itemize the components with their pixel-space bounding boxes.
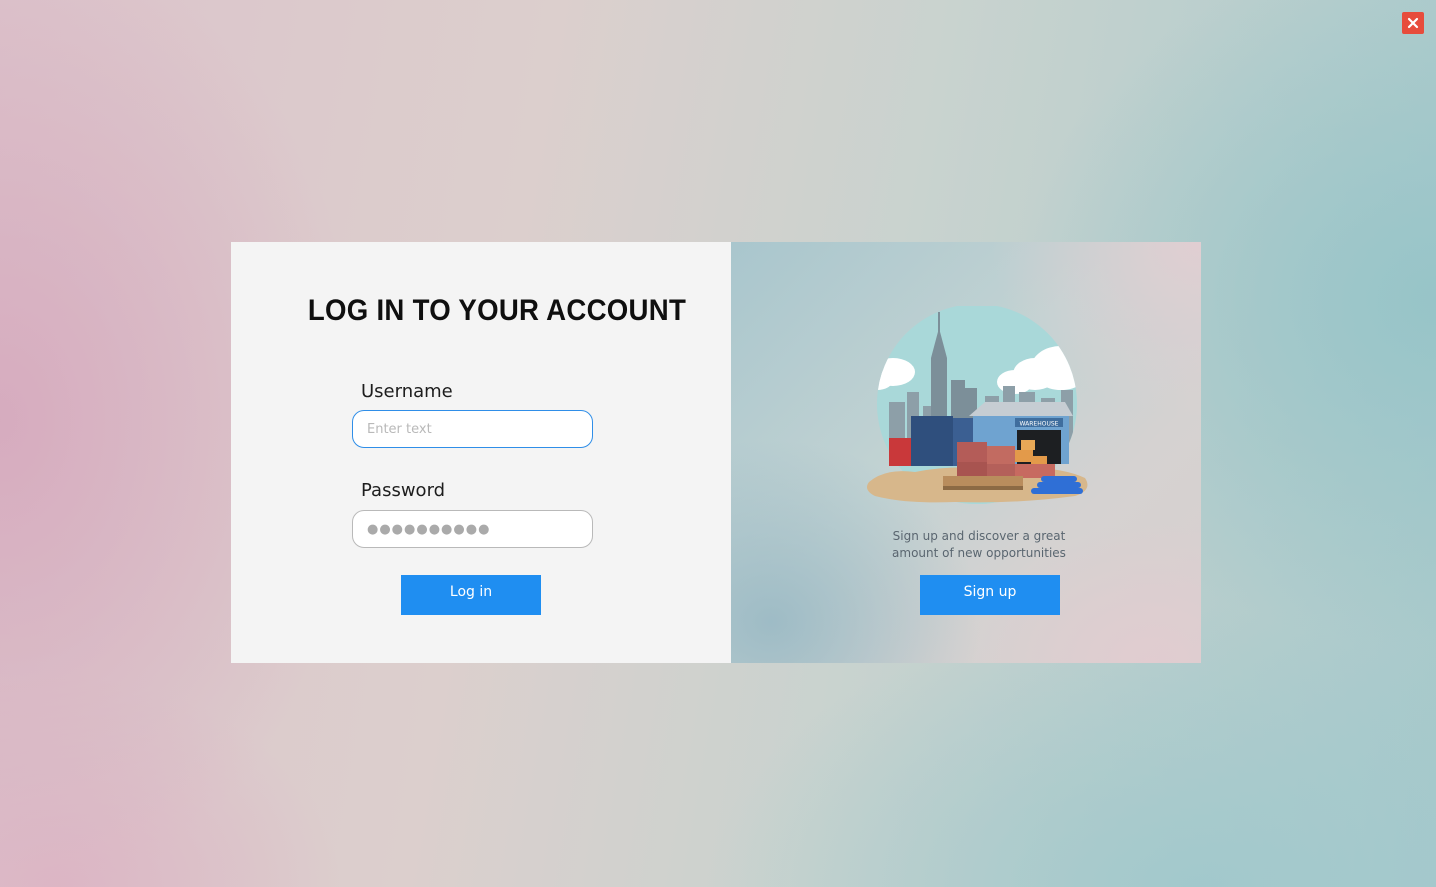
page-title: LOG IN TO YOUR ACCOUNT bbox=[307, 294, 687, 327]
username-field[interactable] bbox=[352, 410, 593, 448]
password-field[interactable] bbox=[352, 510, 593, 548]
username-label: Username bbox=[361, 381, 453, 402]
signup-button[interactable]: Sign up bbox=[920, 575, 1060, 615]
tagline-line-2: amount of new opportunities bbox=[892, 546, 1066, 560]
signup-tagline: Sign up and discover a great amount of n… bbox=[861, 528, 1097, 562]
password-label: Password bbox=[361, 480, 446, 501]
login-panel: LOG IN TO YOUR ACCOUNT Username Password… bbox=[231, 242, 731, 663]
close-button[interactable] bbox=[1402, 12, 1424, 34]
login-card: LOG IN TO YOUR ACCOUNT Username Password… bbox=[231, 242, 1201, 663]
signup-panel: WAREHOUSE Sign up and discover a great a… bbox=[731, 242, 1201, 663]
svg-text:WAREHOUSE: WAREHOUSE bbox=[1020, 421, 1059, 428]
app-window: LOG IN TO YOUR ACCOUNT Username Password… bbox=[0, 0, 1436, 887]
warehouse-illustration: WAREHOUSE bbox=[867, 306, 1088, 504]
tagline-line-1: Sign up and discover a great bbox=[892, 529, 1066, 543]
close-icon bbox=[1407, 17, 1419, 29]
login-button[interactable]: Log in bbox=[401, 575, 541, 615]
